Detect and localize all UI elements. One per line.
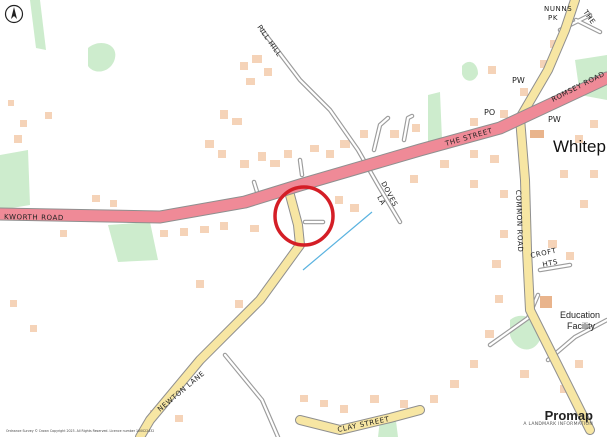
map-canvas: KWORTH ROAD THE STREET ROMSEY ROAD PILL … <box>0 0 607 437</box>
poi-label-po: PO <box>484 108 495 117</box>
brand-name: Promap <box>544 408 593 423</box>
north-arrow-icon <box>4 4 24 24</box>
road-label-nunns: NUNNS <box>544 5 572 13</box>
town-label: Whitep <box>553 137 606 156</box>
road-label-kworth: KWORTH ROAD <box>4 213 64 222</box>
facility-label-1: Education <box>560 310 600 320</box>
copyright-text: Ordnance Survey © Crown Copyright 2023. … <box>6 429 154 433</box>
road-label-pill-hill: PILL HILL <box>255 24 283 59</box>
poi-label-pw-north: PW <box>512 76 525 85</box>
poi-label-pw-east: PW <box>548 115 561 124</box>
lanes <box>222 12 607 437</box>
lanes-fill <box>223 13 607 437</box>
brand-tagline: A LANDMARK INFORMATION <box>523 422 593 427</box>
promap-logo: Promap A LANDMARK INFORMATION <box>523 409 593 427</box>
facility-label-2: Facility <box>567 321 596 331</box>
road-label-pk: PK <box>548 14 558 22</box>
road-label-common: COMMON ROAD <box>514 190 524 253</box>
